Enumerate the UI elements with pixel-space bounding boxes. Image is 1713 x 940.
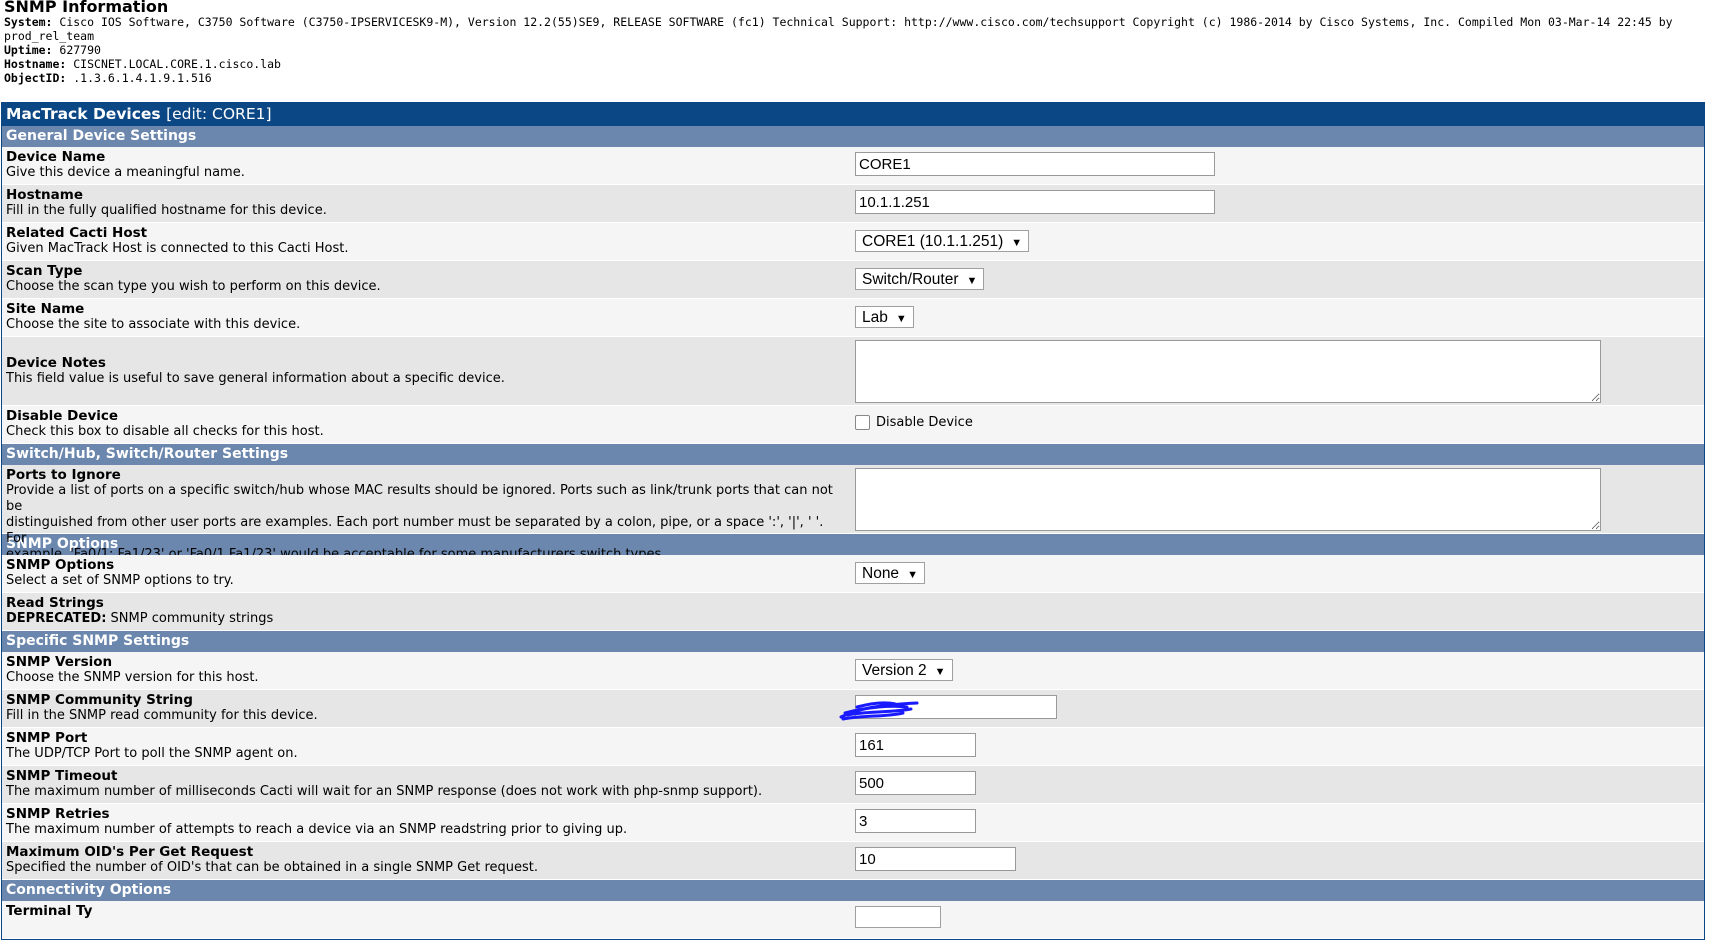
site-name-select[interactable]: Lab ▼ (855, 306, 914, 328)
disable-device-checkbox-label[interactable]: Disable Device (876, 415, 973, 430)
row-snmp-version: SNMP Version Choose the SNMP version for … (2, 652, 1704, 690)
down-triangle-icon: ▼ (895, 313, 907, 325)
snmp-port-input[interactable] (855, 733, 976, 757)
objectid-label: ObjectID: (4, 71, 67, 85)
cacti-host-select[interactable]: CORE1 (10.1.1.251) ▼ (855, 230, 1030, 252)
row-device-name: Device Name Give this device a meaningful… (2, 147, 1704, 185)
row-device-notes: Device Notes This field value is useful t… (2, 337, 1704, 406)
ports-ignore-textarea[interactable] (855, 468, 1601, 531)
row-cacti-host: Related Cacti Host Given MacTrack Host is… (2, 223, 1704, 261)
objectid-value: .1.3.6.1.4.1.9.1.516 (73, 71, 212, 85)
uptime-label: Uptime: (4, 43, 53, 57)
hostname-value: CISCNET.LOCAL.CORE.1.cisco.lab (73, 57, 281, 71)
disable-device-checkbox[interactable] (855, 415, 870, 430)
max-oids-input[interactable] (855, 847, 1016, 871)
snmp-retries-input[interactable] (855, 809, 976, 833)
section-specific-snmp: Specific SNMP Settings (2, 631, 1704, 652)
snmp-info-title: SNMP Information (4, 0, 169, 16)
row-ports-ignore: Ports to Ignore Provide a list of ports … (2, 465, 1704, 562)
snmp-options-select[interactable]: None ▼ (855, 562, 925, 584)
row-read-strings: Read Strings DEPRECATED: SNMP community s… (2, 593, 1704, 631)
down-triangle-icon: ▼ (934, 666, 946, 678)
row-hostname: Hostname Fill in the fully qualified host… (2, 185, 1704, 223)
snmp-information: SNMP Information System: Cisco IOS Softw… (0, 0, 1713, 98)
section-connectivity: Connectivity Options (2, 880, 1704, 901)
row-snmp-options: SNMP Options Select a set of SNMP options… (2, 555, 1704, 593)
down-triangle-icon: ▼ (966, 275, 978, 287)
scan-type-select[interactable]: Switch/Router ▼ (855, 268, 985, 290)
row-snmp-port: SNMP Port The UDP/TCP Port to poll the SN… (2, 728, 1704, 766)
row-snmp-community: SNMP Community String Fill in the SNMP re… (2, 690, 1704, 728)
row-site-name: Site Name Choose the site to associate wi… (2, 299, 1704, 337)
row-snmp-retries: SNMP Retries The maximum number of attemp… (2, 804, 1704, 842)
mactrack-device-panel: MacTrack Devices [edit: CORE1] General D… (1, 102, 1705, 940)
system-value-cont: prod_rel_team (4, 29, 95, 43)
hostname-input[interactable] (855, 190, 1215, 214)
snmp-version-select[interactable]: Version 2 ▼ (855, 659, 953, 681)
terminal-type-select[interactable] (855, 906, 941, 928)
down-triangle-icon: ▼ (907, 569, 918, 581)
section-switch: Switch/Hub, Switch/Router Settings (2, 444, 1704, 465)
down-triangle-icon: ▼ (1011, 237, 1023, 249)
snmp-timeout-input[interactable] (855, 771, 976, 795)
device-notes-textarea[interactable] (855, 340, 1601, 403)
system-label: System: (4, 15, 53, 29)
row-max-oids: Maximum OID's Per Get Request Specified t… (2, 842, 1704, 880)
row-terminal-type: Terminal Ty (2, 901, 1704, 939)
system-value: Cisco IOS Software, C3750 Software (C375… (59, 15, 1673, 29)
row-disable-device: Disable Device Check this box to disable … (2, 406, 1704, 444)
row-snmp-timeout: SNMP Timeout The maximum number of millis… (2, 766, 1704, 804)
row-scan-type: Scan Type Choose the scan type you wish t… (2, 261, 1704, 299)
panel-title: MacTrack Devices [edit: CORE1] (2, 102, 1704, 126)
device-name-input[interactable] (855, 152, 1215, 176)
redaction-scribble (839, 701, 919, 721)
hostname-label: Hostname: (4, 57, 67, 71)
section-general: General Device Settings (2, 126, 1704, 147)
uptime-value: 627790 (59, 43, 101, 57)
